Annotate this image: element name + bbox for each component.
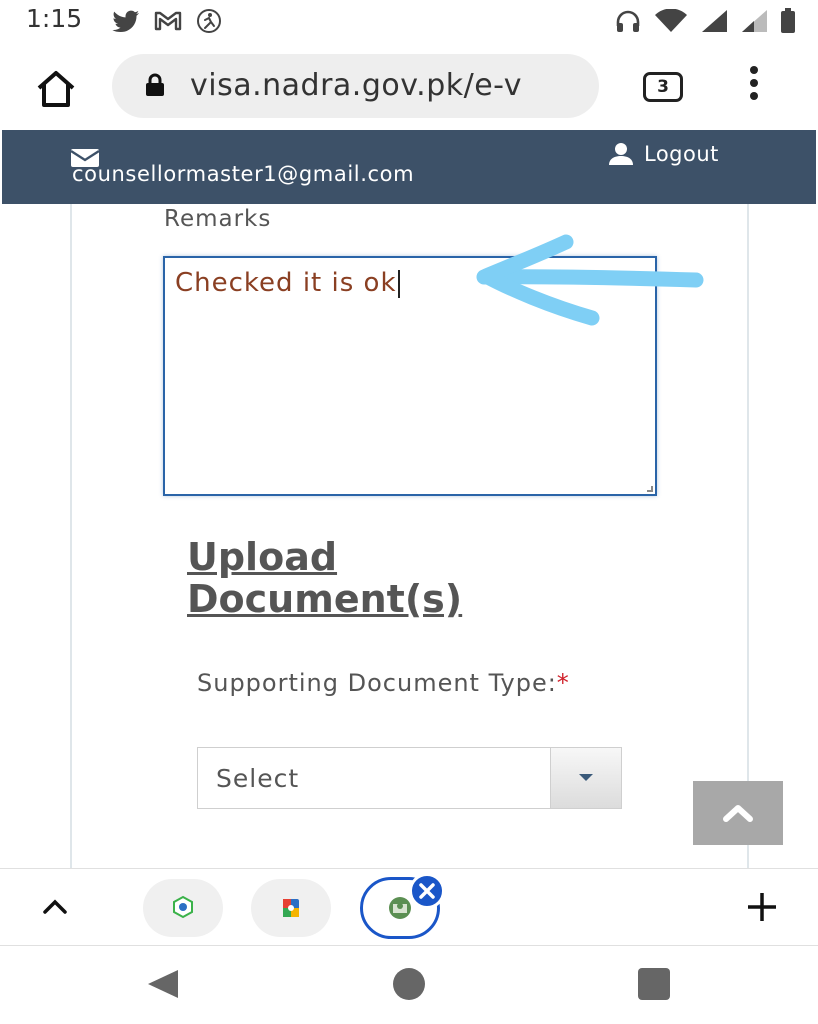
page-content: Remarks Checked it is ok Upload Document…: [0, 204, 818, 868]
twitter-icon: [112, 10, 139, 32]
chevron-up-icon[interactable]: [40, 895, 70, 919]
accessibility-icon: [197, 9, 221, 33]
battery-icon: [781, 8, 795, 33]
close-tab-button[interactable]: [409, 873, 445, 909]
signal-weak-icon: [742, 10, 767, 32]
gmail-icon: [154, 11, 182, 31]
text-cursor: [397, 269, 400, 298]
url-bar[interactable]: visa.nadra.gov.pk/e-v: [112, 54, 599, 118]
system-nav-bar: [0, 946, 818, 1024]
content-border: [747, 204, 749, 868]
status-bar: 1:15: [0, 0, 818, 42]
chevron-down-icon: [579, 774, 593, 781]
tab-thumb[interactable]: [143, 879, 223, 937]
status-icons-right: [614, 8, 796, 34]
logout-label: Logout: [644, 142, 719, 166]
annotation-arrow: [476, 234, 704, 326]
lock-icon: [146, 73, 164, 96]
tab-strip: [0, 868, 818, 946]
tab-thumb[interactable]: [251, 879, 331, 937]
document-type-label-text: Supporting Document Type:: [197, 669, 557, 697]
remarks-value: Checked it is ok: [175, 268, 397, 298]
select-value: Select: [216, 764, 300, 793]
remarks-text: Checked it is ok: [175, 268, 400, 298]
upload-documents-heading: Upload Document(s): [187, 535, 463, 621]
logout-link[interactable]: Logout: [608, 142, 719, 166]
close-icon: [419, 883, 435, 899]
user-email: counsellormaster1@gmail.com: [72, 162, 415, 186]
browser-toolbar: visa.nadra.gov.pk/e-v 3: [0, 42, 818, 130]
remarks-label: Remarks: [164, 206, 272, 232]
tab-switcher-button[interactable]: 3: [643, 72, 683, 102]
url-text: visa.nadra.gov.pk/e-v: [190, 68, 522, 103]
home-icon[interactable]: [34, 68, 78, 108]
wifi-icon: [655, 9, 687, 32]
recents-button[interactable]: [638, 968, 670, 1000]
back-icon[interactable]: [146, 968, 180, 1000]
chevron-up-icon: [723, 805, 753, 822]
add-tab-icon[interactable]: [746, 891, 778, 923]
home-nav-button[interactable]: [393, 968, 425, 1000]
required-indicator: *: [556, 669, 570, 697]
signal-icon: [702, 10, 727, 32]
user-icon: [609, 143, 633, 165]
scroll-to-top-button[interactable]: [693, 781, 783, 845]
site-favicon-icon: [173, 895, 193, 919]
document-type-label: Supporting Document Type:*: [197, 664, 617, 702]
site-favicon-icon: [283, 899, 299, 917]
overflow-menu-icon[interactable]: [744, 66, 764, 108]
content-border: [70, 204, 72, 868]
headphones-icon: [616, 10, 640, 32]
status-time: 1:15: [26, 4, 83, 33]
document-type-select[interactable]: Select: [197, 747, 622, 809]
resize-grip-icon[interactable]: [647, 486, 653, 492]
site-header: counsellormaster1@gmail.com Logout: [2, 130, 816, 204]
status-icons-left: [112, 8, 222, 34]
dropdown-toggle[interactable]: [550, 748, 621, 808]
